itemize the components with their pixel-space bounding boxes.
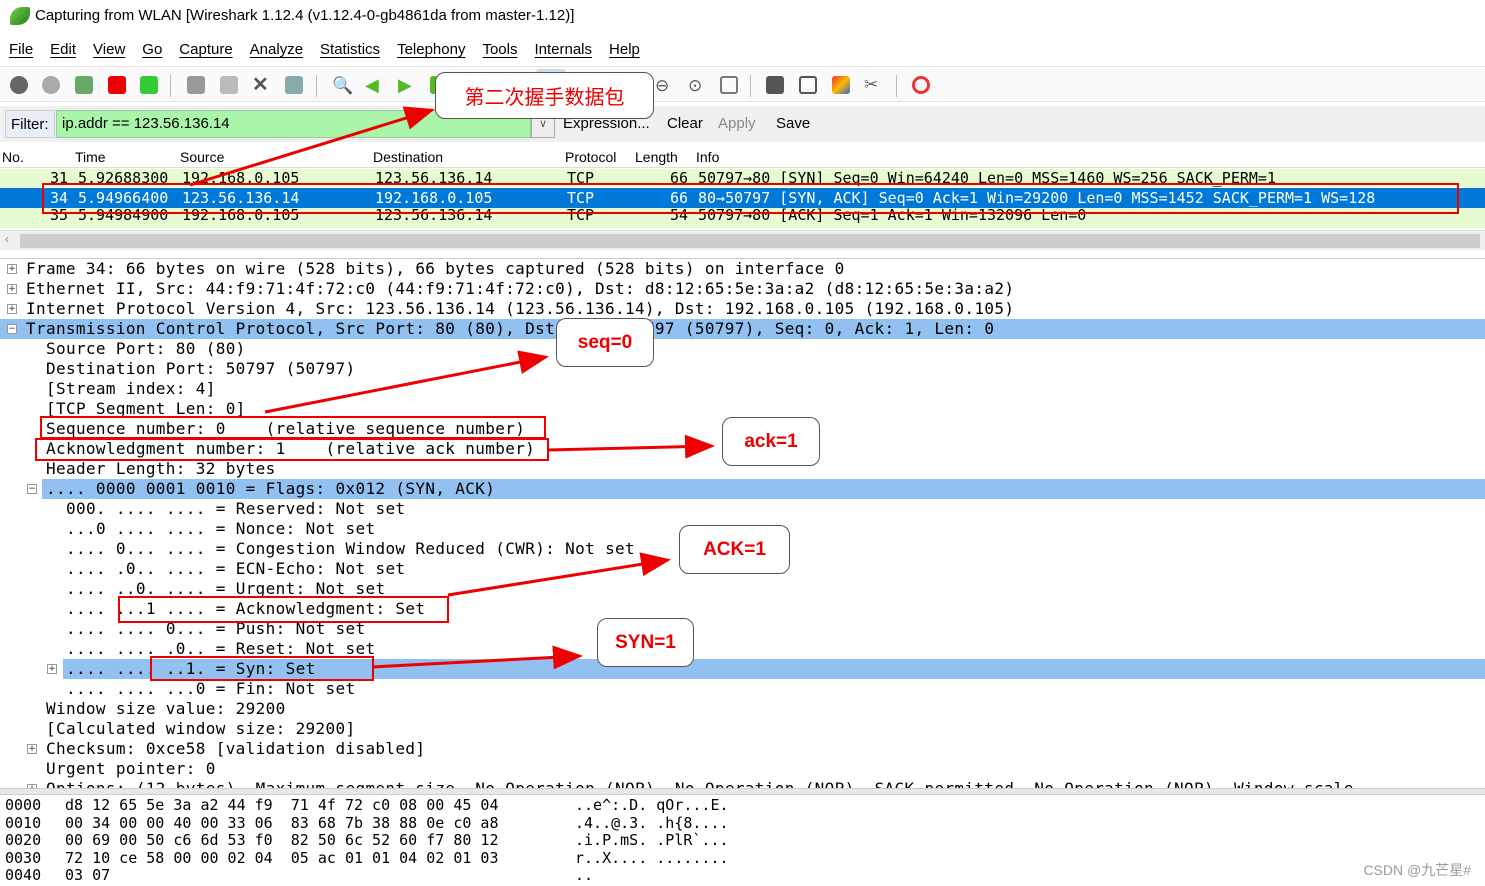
callout-seq: seq=0 <box>556 318 654 367</box>
arrow-to-ackflag-callout <box>447 552 671 597</box>
arrow-to-ack-callout <box>547 434 715 459</box>
callout-ack-flag: ACK=1 <box>679 525 790 574</box>
highlight-box-ack-flag <box>118 596 449 623</box>
arrow-to-seq-callout <box>264 350 549 414</box>
arrow-to-handshake-callout <box>189 106 435 187</box>
highlight-box-seq <box>40 416 546 439</box>
highlight-box-syn-flag <box>150 656 374 681</box>
arrow-to-synflag-callout <box>371 645 583 670</box>
callout-second-handshake: 第二次握手数据包 <box>435 72 654 119</box>
callout-ack: ack=1 <box>722 417 820 466</box>
callout-syn-flag: SYN=1 <box>597 618 694 667</box>
highlight-box-packet-34 <box>42 183 1459 214</box>
highlight-box-ack <box>35 438 549 461</box>
